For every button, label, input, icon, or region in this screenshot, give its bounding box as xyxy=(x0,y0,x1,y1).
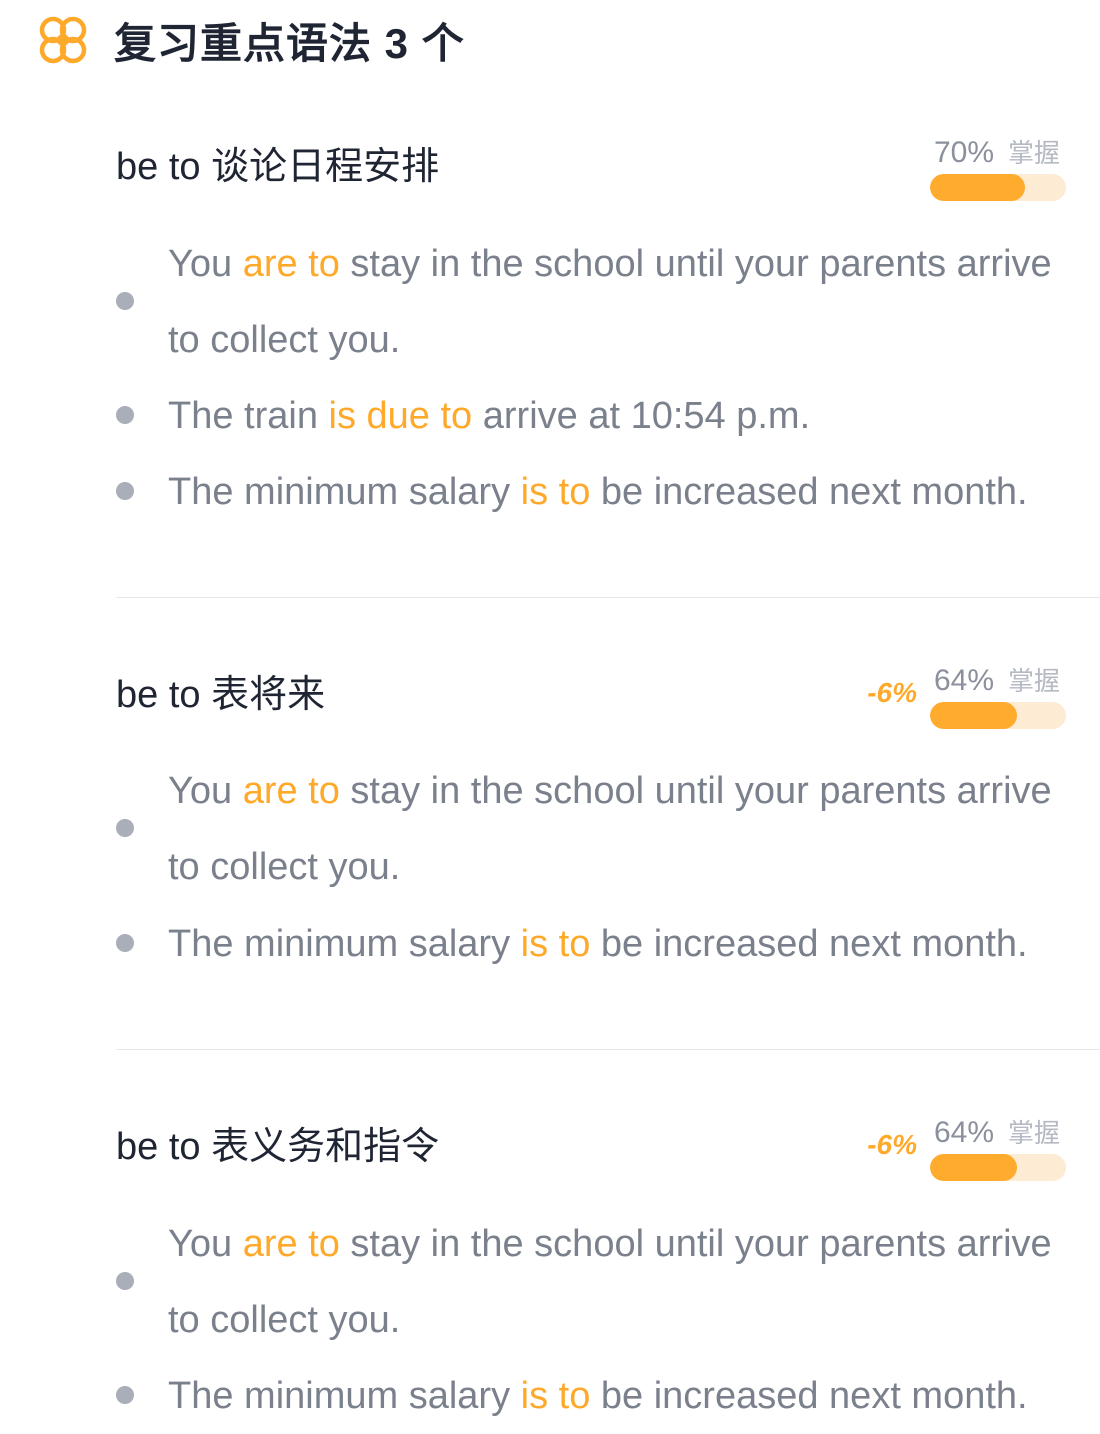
page-title: 复习重点语法 3 个 xyxy=(114,19,465,67)
grammar-point-title: be to 谈论日程安排 xyxy=(116,146,440,188)
mastery-percent: 70% xyxy=(934,136,995,169)
bullet-dot xyxy=(116,292,134,310)
mastery-progress-bar xyxy=(930,1154,1066,1181)
mastery-label: 掌握 xyxy=(1008,138,1061,168)
highlighted-phrase: are to xyxy=(242,1223,340,1265)
mastery-progress-fill xyxy=(930,174,1026,201)
mastery-progress-bar xyxy=(930,174,1066,201)
bullet-dot xyxy=(116,406,134,424)
mastery-change-badge: -6% xyxy=(867,677,917,708)
highlighted-phrase: are to xyxy=(242,770,340,812)
mastery-percent: 64% xyxy=(934,664,995,697)
mastery-progress-fill xyxy=(930,702,1018,729)
highlighted-phrase: are to xyxy=(242,243,340,285)
bullet-dot xyxy=(116,819,134,837)
highlighted-phrase: is to xyxy=(520,1375,591,1417)
mastery-change-badge: -6% xyxy=(867,1129,917,1160)
highlighted-phrase: is due to xyxy=(328,395,473,437)
grammar-point-title: be to 表义务和指令 xyxy=(116,1126,440,1168)
bullet-dot xyxy=(116,482,134,500)
bullet-dot xyxy=(116,1272,134,1290)
highlighted-phrase: is to xyxy=(520,471,591,513)
page-header: 复习重点语法 3 个 xyxy=(36,10,465,70)
mastery-percent: 64% xyxy=(934,1116,995,1149)
mastery-label: 掌握 xyxy=(1008,666,1061,696)
section-divider xyxy=(116,1049,1100,1050)
bullet-dot xyxy=(116,934,134,952)
mastery-progress-fill xyxy=(930,1154,1018,1181)
highlighted-phrase: is to xyxy=(520,923,591,965)
bullet-dot xyxy=(116,1386,134,1404)
flower-knot-icon xyxy=(39,16,87,64)
grammar-point-title: be to 表将来 xyxy=(116,674,326,716)
mastery-label: 掌握 xyxy=(1008,1118,1061,1148)
mastery-progress-bar xyxy=(930,702,1066,729)
section-divider xyxy=(116,597,1100,598)
